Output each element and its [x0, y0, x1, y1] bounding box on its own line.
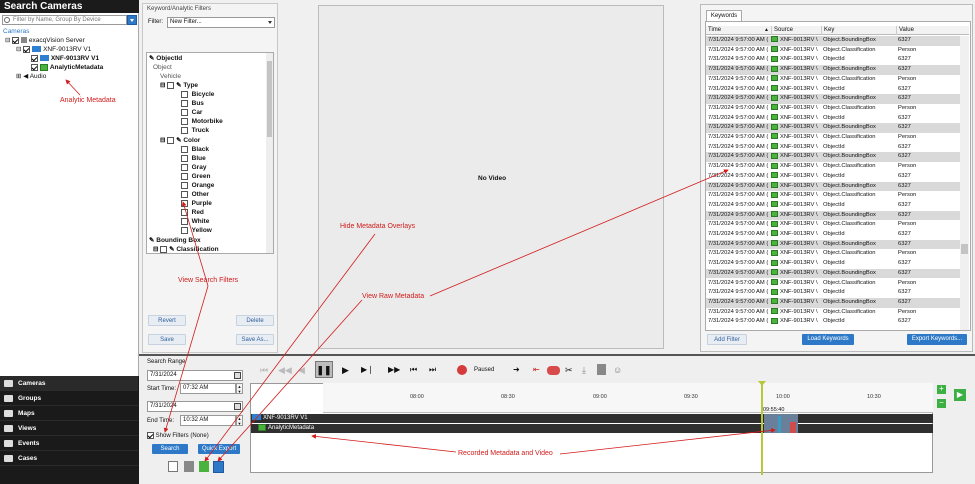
- arrow-raw-metadata-1: [429, 169, 729, 297]
- annotation-arrows: [65, 79, 776, 462]
- arrow-search-filters-2: [163, 285, 209, 433]
- arrow-recorded-2: [559, 428, 776, 455]
- annotation-hide-overlays: Hide Metadata Overlays: [340, 223, 416, 230]
- annotation-view-raw-metadata: View Raw Metadata: [362, 293, 425, 300]
- arrow-analytic-metadata: [65, 79, 81, 96]
- annotation-recorded-metadata: Recorded Metadata and Video: [458, 450, 553, 457]
- arrow-search-filters-1: [181, 201, 209, 287]
- arrow-recorded-1: [311, 434, 457, 453]
- arrow-hide-overlays: [204, 233, 376, 462]
- annotation-view-search-filters: View Search Filters: [178, 277, 239, 284]
- arrow-raw-metadata-2: [217, 299, 363, 462]
